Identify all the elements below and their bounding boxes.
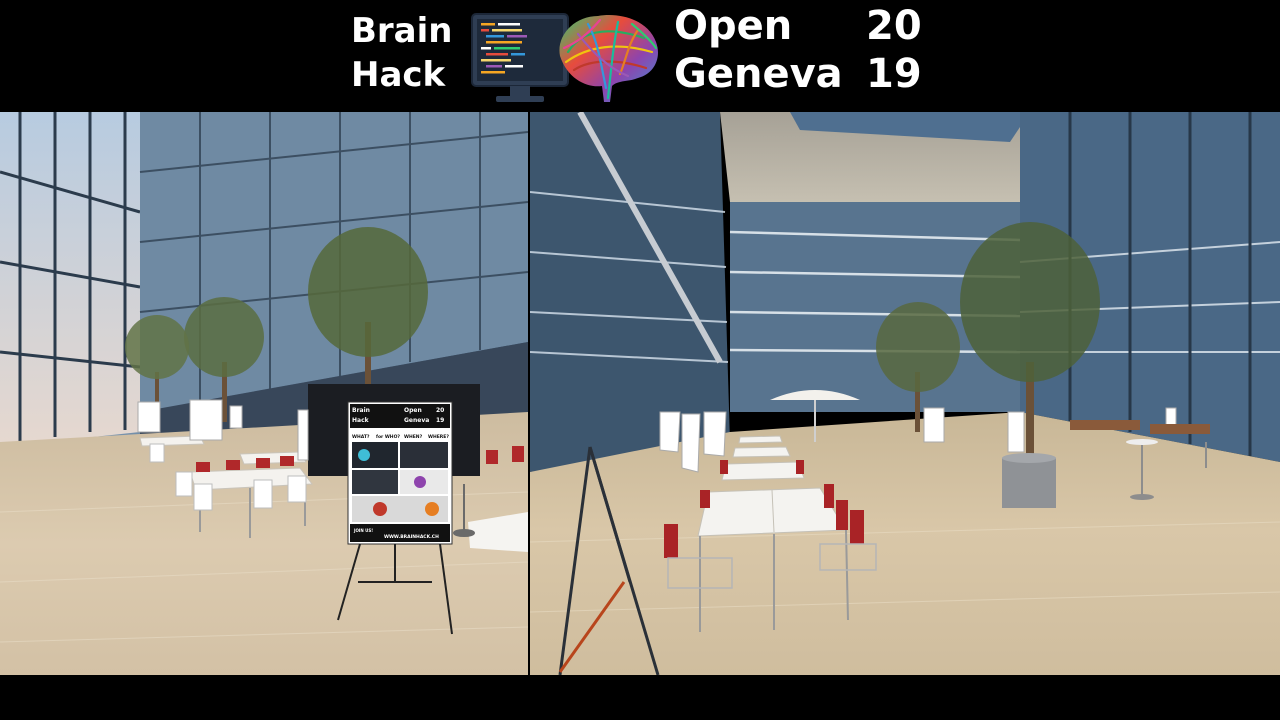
- banner-word-hack: Hack: [351, 55, 446, 95]
- banner-word-geneva: Geneva: [674, 51, 843, 97]
- poster-year-bottom: 19: [436, 417, 444, 424]
- poster-word-brain: Brain: [352, 407, 370, 414]
- photo-atrium-right-scene: [530, 112, 1280, 675]
- poster-question-where: WHERE?: [428, 434, 449, 440]
- bottom-letterbox: [0, 675, 1280, 720]
- photo-atrium-left: Brain Hack Open Geneva 20 19 WHAT? for W…: [0, 112, 528, 675]
- poster-footer-url: WWW.BRAINHACK.CH: [384, 534, 439, 540]
- poster-word-geneva: Geneva: [404, 417, 429, 424]
- poster-word-open: Open: [404, 407, 422, 414]
- banner-word-open: Open: [674, 3, 793, 49]
- poster-word-hack: Hack: [352, 417, 370, 424]
- event-banner: Brain Hack Open Geneva 20 19: [0, 0, 1280, 112]
- poster-question-when: WHEN?: [404, 434, 423, 440]
- poster-question-for-who: for WHO?: [376, 434, 400, 440]
- poster-question-what: WHAT?: [352, 434, 370, 440]
- poster-year-top: 20: [436, 407, 444, 414]
- banner-year-top: 20: [866, 3, 922, 49]
- photo-atrium-right: [530, 112, 1280, 675]
- brain-tractography-icon: [559, 15, 658, 102]
- poster-footer-tag: JOIN US!: [353, 528, 373, 533]
- screenshot-canvas: Brain Hack Open Geneva 20 19 Brain Hack …: [0, 0, 1280, 720]
- photo-atrium-left-scene: Brain Hack Open Geneva 20 19 WHAT? for W…: [0, 112, 528, 675]
- banner-year-bottom: 19: [866, 51, 922, 97]
- banner-word-brain: Brain: [351, 11, 453, 51]
